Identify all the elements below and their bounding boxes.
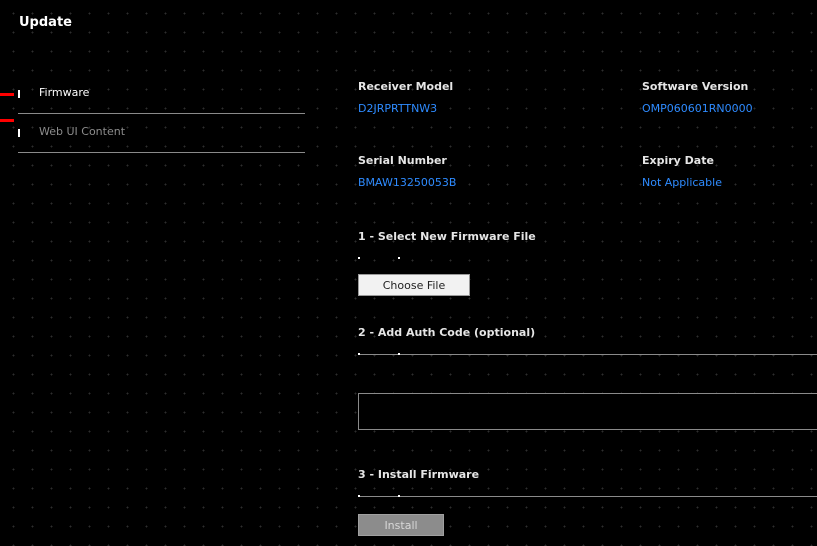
choose-file-button[interactable]: Choose File [358,274,470,296]
sidebar-item-web-ui-content[interactable]: Web UI Content [18,115,305,153]
sidebar-item-label: Web UI Content [39,125,126,138]
expiry-date-label: Expiry Date [642,154,714,167]
page-title: Update [19,15,72,30]
install-button[interactable]: Install [358,514,444,536]
expiry-date-value: Not Applicable [642,176,722,189]
sidebar-item-label: Firmware [39,86,90,99]
serial-number-label: Serial Number [358,154,447,167]
active-item-marker [0,93,14,96]
section-dots [358,257,402,259]
section-dots [358,495,402,497]
divider [358,496,817,497]
indicator-bar-icon [18,129,20,137]
software-version-value: OMP060601RN0000 [642,102,753,115]
receiver-model-value: D2JRPRTTNW3 [358,102,438,115]
active-item-marker [0,119,14,122]
section-dots [358,353,402,355]
divider [18,113,305,114]
select-firmware-heading: 1 - Select New Firmware File [358,230,536,243]
software-version-label: Software Version [642,80,749,93]
install-firmware-heading: 3 - Install Firmware [358,468,480,481]
serial-number-value: BMAW13250053B [358,176,457,189]
indicator-bar-icon [18,90,20,98]
auth-code-input[interactable] [358,393,817,430]
divider [18,152,305,153]
receiver-model-label: Receiver Model [358,80,454,93]
sidebar-item-firmware[interactable]: Firmware [18,76,305,114]
auth-code-heading: 2 - Add Auth Code (optional) [358,326,536,339]
divider [358,354,817,355]
